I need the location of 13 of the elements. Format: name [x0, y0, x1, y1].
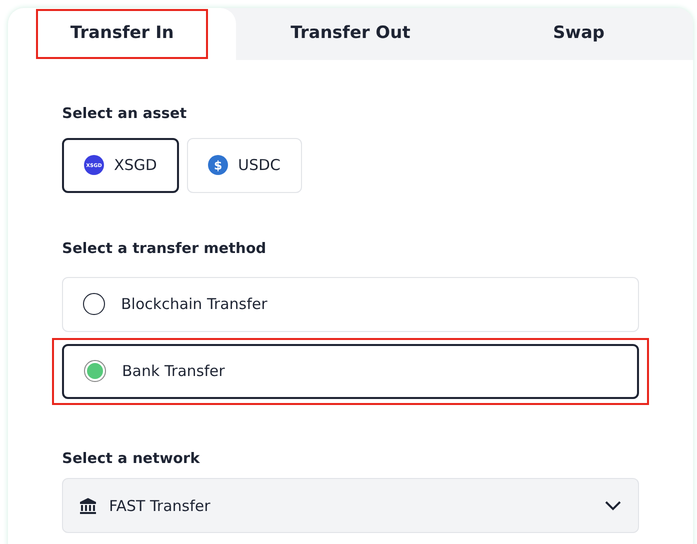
tab[interactable]: Transfer In [8, 8, 236, 60]
section-heading: Select a network [62, 450, 201, 468]
bank-icon [79, 496, 97, 515]
method-option[interactable]: Blockchain Transfer [62, 276, 639, 332]
section-heading: Select a transfer method [62, 240, 268, 259]
radio-button[interactable] [83, 293, 105, 315]
method-option[interactable]: Bank Transfer [62, 344, 639, 398]
chevron-down-icon [604, 500, 622, 512]
coin-icon: $ [208, 155, 228, 176]
asset-button[interactable]: $ USDC [186, 138, 302, 193]
network-dropdown[interactable]: FAST Transfer [62, 478, 639, 534]
section-heading: Select an asset [62, 105, 188, 124]
radio-button[interactable] [84, 360, 106, 382]
